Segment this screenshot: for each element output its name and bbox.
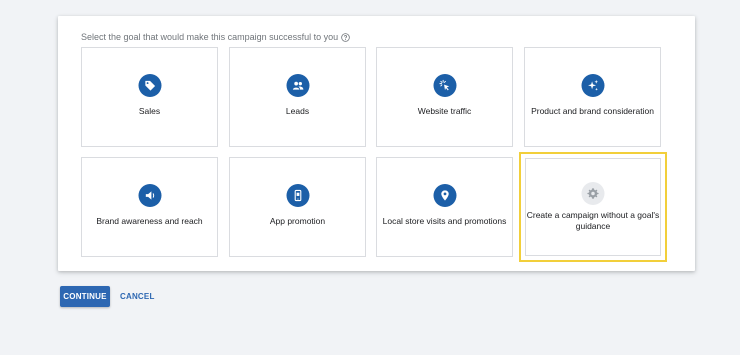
sparkle-icon: [581, 74, 604, 97]
location-pin-icon: [433, 184, 456, 207]
help-icon[interactable]: [341, 32, 350, 42]
goal-tile-app-promotion[interactable]: App promotion: [229, 157, 366, 257]
cancel-button[interactable]: CANCEL: [116, 286, 159, 307]
gear-icon: [581, 182, 605, 205]
goal-label: Create a campaign without a goal's guida…: [526, 210, 660, 231]
phone-icon: [286, 184, 309, 207]
goal-prompt: Select the goal that would make this cam…: [81, 32, 350, 42]
goal-tile-no-guidance[interactable]: Create a campaign without a goal's guida…: [519, 152, 667, 262]
goal-label: Product and brand consideration: [531, 106, 654, 116]
continue-button[interactable]: CONTINUE: [60, 286, 110, 307]
goal-prompt-text: Select the goal that would make this cam…: [81, 32, 339, 42]
goal-label: Brand awareness and reach: [96, 216, 203, 226]
goal-tile-brand-consideration[interactable]: Product and brand consideration: [524, 47, 661, 147]
goal-tile-website-traffic[interactable]: Website traffic: [376, 47, 513, 147]
speaker-icon: [138, 184, 161, 207]
goal-selection-card: Select the goal that would make this cam…: [58, 16, 695, 271]
people-icon: [286, 74, 309, 97]
goal-label: Sales: [138, 106, 161, 116]
goal-label: Leads: [285, 106, 310, 116]
goal-label: App promotion: [269, 216, 326, 226]
cursor-click-icon: [433, 74, 456, 97]
goal-tile-brand-awareness[interactable]: Brand awareness and reach: [81, 157, 218, 257]
goal-label: Local store visits and promotions: [382, 216, 507, 226]
goal-tile-inner-border: [525, 158, 661, 256]
goal-tile-leads[interactable]: Leads: [229, 47, 366, 147]
goal-label: Website traffic: [417, 106, 472, 116]
tag-icon: [138, 74, 161, 97]
goal-tile-local-store-visits[interactable]: Local store visits and promotions: [376, 157, 513, 257]
goal-tile-sales[interactable]: Sales: [81, 47, 218, 147]
